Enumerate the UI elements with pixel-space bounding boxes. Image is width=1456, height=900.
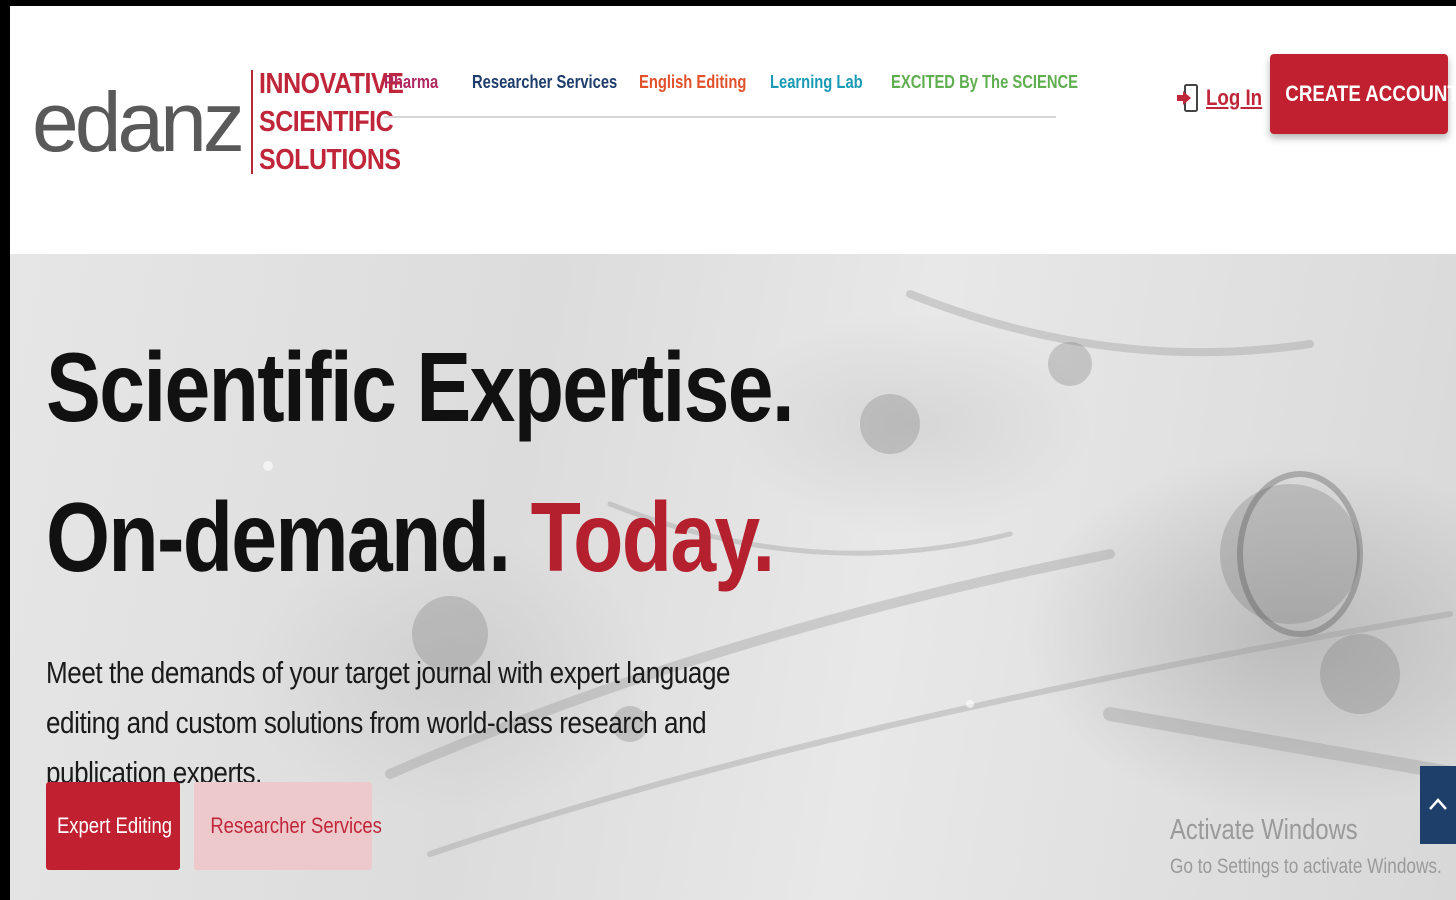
hero-headline-on-demand: On-demand. bbox=[46, 482, 531, 592]
hero-headline-line2: On-demand. Today. bbox=[46, 488, 775, 586]
nav-item-researcher-services[interactable]: Researcher Services bbox=[472, 72, 617, 93]
login-link[interactable]: Log In bbox=[1176, 82, 1272, 114]
chevron-up-icon bbox=[1429, 798, 1447, 810]
logo-tagline: INNOVATIVE SCIENTIFIC SOLUTIONS bbox=[258, 65, 404, 179]
hero-headline-today: Today. bbox=[530, 482, 776, 592]
hero-headline-line1: Scientific Expertise. bbox=[46, 332, 795, 442]
researcher-services-label: Researcher Services bbox=[210, 813, 382, 838]
nav-item-excited-by-the-science[interactable]: EXCITED By The SCIENCE bbox=[891, 72, 1078, 93]
hero-description: Meet the demands of your target journal … bbox=[46, 655, 731, 790]
nav-item-english-editing[interactable]: English Editing bbox=[639, 72, 746, 93]
logo-divider bbox=[250, 70, 253, 174]
hero-section: Scientific Expertise. On-demand. Today. … bbox=[10, 254, 1456, 900]
nav-item-learning-lab[interactable]: Learning Lab bbox=[770, 72, 863, 93]
logo-tagline-line: INNOVATIVE bbox=[258, 68, 404, 100]
researcher-services-button[interactable]: Researcher Services bbox=[194, 782, 382, 870]
nav-item-pharma[interactable]: Pharma bbox=[384, 72, 438, 93]
main-nav: Pharma Researcher Services English Editi… bbox=[384, 68, 1078, 118]
watermark-subtitle: Go to Settings to activate Windows. bbox=[1170, 855, 1442, 878]
site-header: edanz INNOVATIVE SCIENTIFIC SOLUTIONS Ph… bbox=[10, 6, 1456, 254]
login-label: Log In bbox=[1206, 85, 1263, 110]
watermark-title: Activate Windows bbox=[1170, 814, 1358, 846]
expert-editing-button[interactable]: Expert Editing bbox=[46, 782, 180, 870]
expert-editing-label: Expert Editing bbox=[56, 813, 173, 838]
logo-tagline-line: SOLUTIONS bbox=[258, 144, 401, 176]
logo-wordmark: edanz bbox=[32, 75, 245, 169]
scroll-to-top-button[interactable] bbox=[1420, 766, 1456, 844]
create-account-button[interactable]: CREATE ACCOUNT bbox=[1270, 54, 1456, 134]
login-icon bbox=[1176, 82, 1200, 114]
edanz-logo[interactable]: edanz INNOVATIVE SCIENTIFIC SOLUTIONS bbox=[32, 66, 427, 178]
create-account-label: CREATE ACCOUNT bbox=[1285, 81, 1456, 106]
browser-viewport: edanz INNOVATIVE SCIENTIFIC SOLUTIONS Ph… bbox=[0, 0, 1456, 900]
logo-tagline-line: SCIENTIFIC bbox=[258, 106, 394, 138]
activate-windows-watermark: Activate Windows Go to Settings to activ… bbox=[1170, 814, 1456, 879]
